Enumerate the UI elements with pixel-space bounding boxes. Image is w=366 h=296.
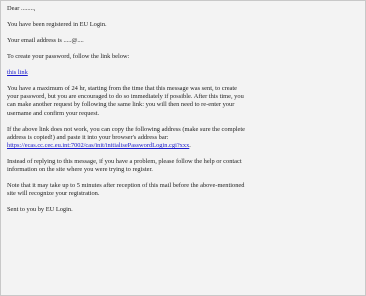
validity-line: You have a maximum of 24 hr, starting fr… [7,85,237,92]
fallback-line: If the above link does not work, you can… [7,125,245,133]
create-password-text: To create your password, follow the link… [7,53,130,60]
note-line: Note that it may take up to 5 minutes af… [7,182,245,190]
email-address-text: Your email address is .....@.... [7,37,84,44]
fallback-line: address is copied!) and paste it into yo… [7,133,169,141]
validity-line: your password, but you are encouraged to… [7,93,244,101]
fallback-url-suffix: . [189,142,191,150]
signature-text: Sent to you by EU Login. [7,206,73,214]
registered-text: You have been registered in EU Login. [7,21,107,28]
validity-line: can make another request by following th… [7,101,235,109]
help-line: information on the site where you were t… [7,166,153,174]
note-paragraph: Note that it may take up to 5 minutes af… [7,182,359,198]
note-line: site will recognize your registration. [7,190,100,198]
email-body: Dear ........, You have been registered … [7,5,359,215]
fallback-url-link[interactable]: https://ecas.cc.cec.eu.int:7002/cas/init… [7,142,189,149]
greeting-text: Dear ........, [7,5,36,12]
email-message-panel: Dear ........, You have been registered … [0,0,366,296]
help-paragraph: Instead of replying to this message, if … [7,158,359,174]
create-password-link[interactable]: this link [7,69,28,76]
help-line: Instead of replying to this message, if … [7,158,242,166]
validity-paragraph: You have a maximum of 24 hr, starting fr… [7,85,359,118]
validity-line: username and confirm your request. [7,109,100,117]
fallback-paragraph: If the above link does not work, you can… [7,126,359,151]
